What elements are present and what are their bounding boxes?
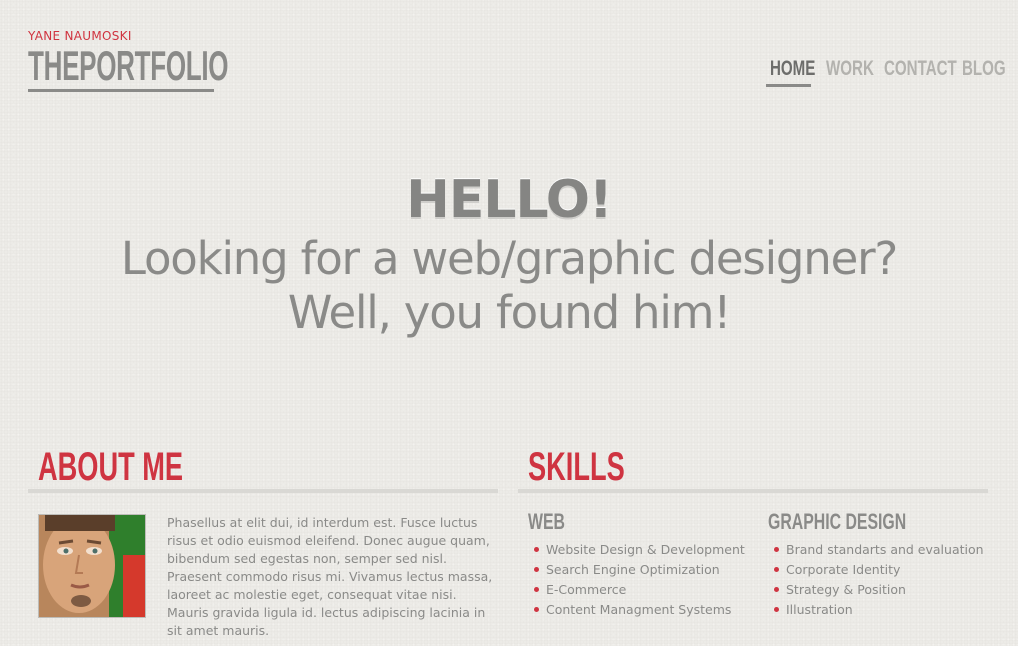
bullet-icon — [534, 587, 539, 592]
logo-text: THEPORTFOLIO — [28, 42, 229, 89]
nav-active-indicator — [766, 84, 811, 87]
skill-label: E-Commerce — [546, 582, 627, 597]
main-nav: HOME WORK CONTACT BLOG — [748, 55, 1018, 89]
skills-graphic-heading: GRAPHIC DESIGN — [768, 509, 907, 534]
bullet-icon — [774, 547, 779, 552]
skill-label: Content Managment Systems — [546, 602, 732, 617]
list-item: Illustration — [774, 600, 984, 620]
owner-name: YANE NAUMOSKI — [28, 29, 132, 43]
skills-web-list: Website Design & Development Search Engi… — [534, 540, 745, 620]
list-item: Corporate Identity — [774, 560, 984, 580]
skill-label: Illustration — [786, 602, 853, 617]
bullet-icon — [774, 567, 779, 572]
skills-divider — [518, 489, 988, 493]
list-item: Strategy & Position — [774, 580, 984, 600]
about-divider — [28, 489, 498, 493]
hero: HELLO! Looking for a web/graphic designe… — [0, 168, 1018, 340]
hero-line-1: Looking for a web/graphic designer? — [120, 232, 898, 285]
hero-line-2: Well, you found him! — [287, 286, 732, 339]
bullet-icon — [534, 567, 539, 572]
skill-label: Brand standarts and evaluation — [786, 542, 984, 557]
logo-underline — [28, 89, 214, 92]
list-item: Website Design & Development — [534, 540, 745, 560]
list-item: Search Engine Optimization — [534, 560, 745, 580]
logo[interactable]: THEPORTFOLIO — [28, 45, 229, 92]
hero-greeting: HELLO! — [406, 170, 612, 230]
profile-portrait-image — [39, 515, 145, 617]
list-item: Brand standarts and evaluation — [774, 540, 984, 560]
about-text: Phasellus at elit dui, id interdum est. … — [167, 515, 493, 638]
skill-label: Strategy & Position — [786, 582, 906, 597]
skill-label: Search Engine Optimization — [546, 562, 720, 577]
nav-blog[interactable]: BLOG — [962, 55, 1006, 83]
nav-contact[interactable]: CONTACT — [884, 55, 957, 83]
brand[interactable]: YANE NAUMOSKI THEPORTFOLIO — [28, 29, 229, 92]
bullet-icon — [774, 587, 779, 592]
nav-work[interactable]: WORK — [826, 55, 874, 83]
skills-title: SKILLS — [528, 445, 625, 489]
skills-graphic-list: Brand standarts and evaluation Corporate… — [774, 540, 984, 620]
bullet-icon — [774, 607, 779, 612]
list-item: Content Managment Systems — [534, 600, 745, 620]
skills-web-heading: WEB — [528, 509, 565, 534]
skill-label: Corporate Identity — [786, 562, 901, 577]
bullet-icon — [534, 547, 539, 552]
nav-home[interactable]: HOME — [770, 55, 815, 83]
bullet-icon — [534, 607, 539, 612]
about-title: ABOUT ME — [38, 445, 184, 489]
profile-photo — [38, 514, 146, 618]
skill-label: Website Design & Development — [546, 542, 745, 557]
list-item: E-Commerce — [534, 580, 745, 600]
